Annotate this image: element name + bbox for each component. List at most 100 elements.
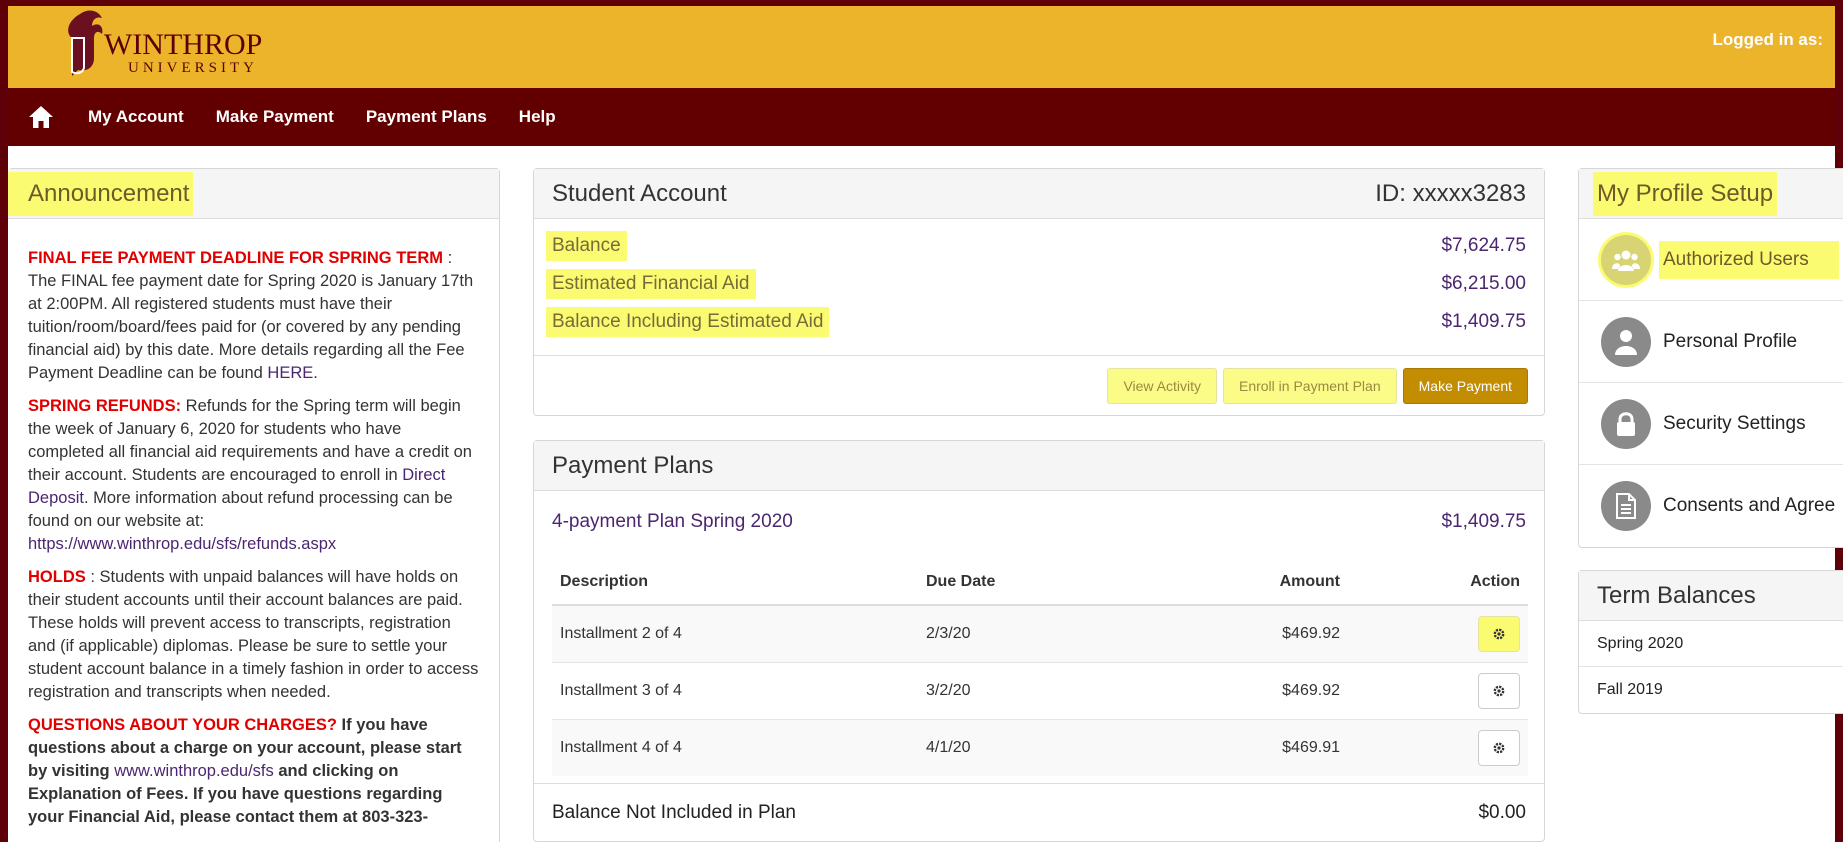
announcement-header: Announcement	[8, 169, 499, 219]
balance-incl-aid-label: Balance Including Estimated Aid	[546, 307, 830, 337]
view-activity-button[interactable]: View Activity	[1107, 367, 1217, 404]
balance-not-included-label: Balance Not Included in Plan	[552, 801, 796, 823]
home-icon[interactable]	[28, 103, 56, 131]
balance-value: $7,624.75	[1441, 235, 1526, 256]
col-description: Description	[552, 559, 918, 606]
financial-aid-value: $6,215.00	[1441, 273, 1526, 294]
winthrop-logo[interactable]: WINTHROP UNIVERSITY	[58, 8, 298, 86]
balance-incl-aid-value: $1,409.75	[1441, 311, 1526, 332]
row-due-date: 3/2/20	[918, 661, 1168, 719]
table-header-row: Description Due Date Amount Action	[552, 559, 1528, 606]
profile-setup-title: My Profile Setup	[1593, 171, 1778, 216]
announcement-title: Announcement	[8, 171, 194, 216]
installments-table: Description Due Date Amount Action Insta…	[552, 559, 1528, 776]
users-icon	[1601, 234, 1651, 285]
balance-not-included-value: $0.00	[1478, 801, 1526, 823]
table-row: Installment 4 of 4 4/1/20 $469.91	[552, 718, 1528, 776]
nav-payment-plans[interactable]: Payment Plans	[366, 107, 487, 127]
student-account-title: Student Account	[552, 179, 727, 207]
plan-footer: Balance Not Included in Plan $0.00	[534, 783, 1544, 841]
payment-plans-header: Payment Plans	[534, 441, 1544, 491]
personal-profile-item[interactable]: Personal Profile	[1579, 301, 1843, 383]
row-due-date: 2/3/20	[918, 604, 1168, 662]
plan-amount: $1,409.75	[1441, 511, 1526, 532]
lock-icon	[1601, 398, 1651, 449]
holds-text: : Students with unpaid balances will hav…	[28, 568, 479, 701]
student-account-panel: Student Account ID: xxxxx3283 Balance $7…	[533, 168, 1545, 416]
header-bar: WINTHROP UNIVERSITY Logged in as:	[8, 6, 1835, 88]
nav-make-payment[interactable]: Make Payment	[216, 107, 334, 127]
account-summary: Balance $7,624.75 Estimated Financial Ai…	[534, 219, 1544, 341]
plan-summary: 4-payment Plan Spring 2020 $1,409.75	[534, 491, 1544, 533]
authorized-users-icon-wrap	[1598, 231, 1654, 288]
consents-item[interactable]: Consents and Agree	[1579, 465, 1843, 547]
deadline-text: The FINAL fee payment date for Spring 20…	[28, 272, 474, 382]
deadline-heading: FINAL FEE PAYMENT DEADLINE FOR SPRING TE…	[28, 249, 443, 267]
balance-label: Balance	[546, 231, 627, 261]
sfs-link[interactable]: www.winthrop.edu/sfs	[114, 762, 274, 780]
deadline-here-link[interactable]: HERE	[267, 364, 313, 382]
col-due-date: Due Date	[918, 559, 1168, 606]
term-balances-panel: Term Balances Spring 2020 Fall 2019	[1578, 570, 1843, 714]
payment-plans-panel: Payment Plans 4-payment Plan Spring 2020…	[533, 440, 1545, 842]
account-actions: View Activity Enroll in Payment Plan Mak…	[534, 355, 1544, 415]
term-balances-header: Term Balances	[1579, 571, 1843, 621]
announcement-holds: HOLDS : Students with unpaid balances wi…	[28, 566, 481, 704]
announcement-panel: Announcement FINAL FEE PAYMENT DEADLINE …	[8, 168, 500, 842]
refunds-url-link[interactable]: https://www.winthrop.edu/sfs/refunds.asp…	[28, 535, 336, 553]
row-amount: $469.91	[1168, 718, 1348, 776]
logo-sub: UNIVERSITY	[128, 60, 258, 76]
profile-setup-panel: My Profile Setup Authorized Users Person…	[1578, 168, 1843, 548]
security-settings-item[interactable]: Security Settings	[1579, 383, 1843, 465]
gear-icon[interactable]	[1478, 615, 1520, 652]
payment-plans-title: Payment Plans	[552, 451, 714, 479]
consents-label: Consents and Agree	[1663, 495, 1836, 516]
user-icon	[1601, 316, 1651, 367]
announcement-body: FINAL FEE PAYMENT DEADLINE FOR SPRING TE…	[8, 219, 499, 829]
table-row: Installment 2 of 4 2/3/20 $469.92	[552, 604, 1528, 662]
financial-aid-row: Estimated Financial Aid $6,215.00	[546, 265, 1526, 303]
logo-name: WINTHROP	[104, 28, 262, 61]
balance-incl-aid-row: Balance Including Estimated Aid $1,409.7…	[546, 303, 1526, 341]
table-row: Installment 3 of 4 3/2/20 $469.92	[552, 661, 1528, 719]
make-payment-button[interactable]: Make Payment	[1402, 367, 1528, 404]
row-description: Installment 3 of 4	[552, 661, 918, 719]
profile-setup-header: My Profile Setup	[1579, 169, 1843, 219]
questions-heading: QUESTIONS ABOUT YOUR CHARGES?	[28, 716, 337, 734]
plan-name-link[interactable]: 4-payment Plan Spring 2020	[552, 511, 793, 533]
security-settings-label: Security Settings	[1663, 412, 1806, 434]
row-description: Installment 4 of 4	[552, 718, 918, 776]
deadline-sep: :	[442, 249, 453, 267]
financial-aid-label: Estimated Financial Aid	[546, 269, 756, 299]
gear-icon[interactable]	[1478, 729, 1520, 766]
gear-icon[interactable]	[1478, 672, 1520, 709]
holds-heading: HOLDS	[28, 568, 86, 586]
authorized-users-label: Authorized Users	[1659, 240, 1839, 279]
nav-my-account[interactable]: My Account	[88, 107, 184, 127]
announcement-refunds: SPRING REFUNDS: Refunds for the Spring t…	[28, 395, 481, 556]
deadline-end: .	[313, 364, 318, 382]
document-icon	[1601, 481, 1651, 531]
student-id: ID: xxxxx3283	[1375, 179, 1526, 207]
term-fall-2019[interactable]: Fall 2019	[1579, 667, 1843, 713]
term-balances-title: Term Balances	[1597, 581, 1756, 609]
balance-row: Balance $7,624.75	[546, 227, 1526, 265]
row-description: Installment 2 of 4	[552, 604, 918, 662]
refunds-heading: SPRING REFUNDS:	[28, 397, 182, 415]
personal-profile-label: Personal Profile	[1663, 330, 1798, 352]
row-due-date: 4/1/20	[918, 718, 1168, 776]
col-action: Action	[1348, 559, 1528, 606]
row-amount: $469.92	[1168, 661, 1348, 719]
nav-help[interactable]: Help	[519, 107, 556, 127]
refunds-text-2: . More information about refund processi…	[28, 489, 453, 530]
row-amount: $469.92	[1168, 604, 1348, 662]
enroll-payment-plan-button[interactable]: Enroll in Payment Plan	[1222, 367, 1397, 404]
authorized-users-item[interactable]: Authorized Users	[1579, 219, 1843, 301]
announcement-deadline: FINAL FEE PAYMENT DEADLINE FOR SPRING TE…	[28, 247, 481, 385]
logged-in-label: Logged in as:	[1712, 30, 1824, 49]
col-amount: Amount	[1168, 559, 1348, 606]
main-nav: My Account Make Payment Payment Plans He…	[8, 88, 1835, 146]
announcement-questions: QUESTIONS ABOUT YOUR CHARGES? If you hav…	[28, 714, 481, 829]
term-spring-2020[interactable]: Spring 2020	[1579, 621, 1843, 667]
student-account-header: Student Account ID: xxxxx3283	[534, 169, 1544, 219]
